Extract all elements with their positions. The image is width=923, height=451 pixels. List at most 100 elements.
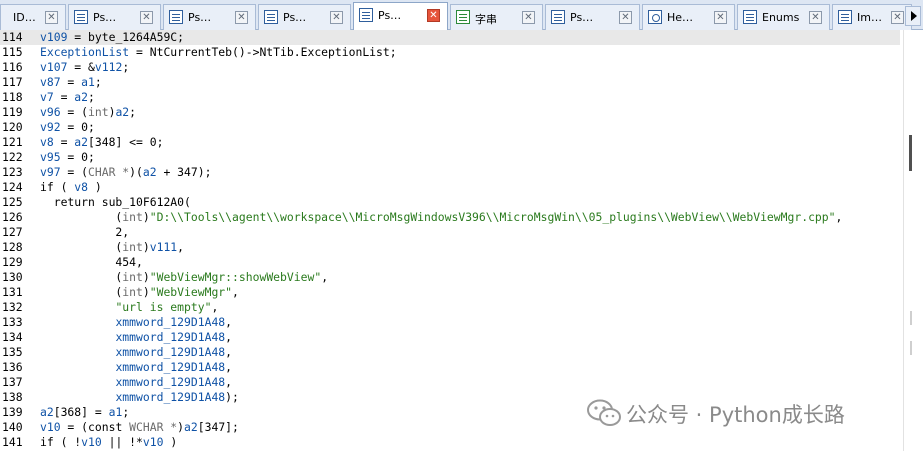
code-text[interactable]: xmmword_129D1A48); bbox=[40, 390, 238, 405]
identifier[interactable]: v109 bbox=[40, 30, 67, 44]
code-line[interactable]: 123 v97 = (CHAR *)(a2 + 347); bbox=[0, 165, 900, 180]
close-icon[interactable]: ✕ bbox=[891, 11, 904, 24]
code-line[interactable]: 135 xmmword_129D1A48, bbox=[0, 345, 900, 360]
code-text[interactable]: xmmword_129D1A48, bbox=[40, 345, 232, 360]
code-text[interactable]: v10 = (const WCHAR *)a2[347]; bbox=[40, 420, 239, 435]
identifier[interactable]: v8 bbox=[74, 180, 88, 194]
identifier[interactable]: v10 bbox=[81, 435, 102, 449]
identifier[interactable]: v10 bbox=[143, 435, 164, 449]
close-icon[interactable]: ✕ bbox=[714, 11, 727, 24]
code-line[interactable]: 130 (int)"WebViewMgr::showWebView", bbox=[0, 270, 900, 285]
code-line[interactable]: 122 v95 = 0; bbox=[0, 150, 900, 165]
identifier[interactable]: v96 bbox=[40, 105, 61, 119]
identifier[interactable]: a2 bbox=[74, 90, 88, 104]
code-text[interactable]: xmmword_129D1A48, bbox=[40, 360, 232, 375]
tab-3[interactable]: Ps… ✕ bbox=[163, 4, 256, 30]
identifier[interactable]: a2 bbox=[143, 165, 157, 179]
identifier[interactable]: a2 bbox=[115, 105, 129, 119]
code-text[interactable]: v87 = a1; bbox=[40, 75, 102, 90]
close-icon[interactable]: ✕ bbox=[235, 11, 248, 24]
code-text[interactable]: v95 = 0; bbox=[40, 150, 95, 165]
identifier[interactable]: v111 bbox=[150, 240, 177, 254]
code-line[interactable]: 116 v107 = &v112; bbox=[0, 60, 900, 75]
scrollbar-thumb[interactable] bbox=[909, 135, 912, 171]
vertical-scrollbar[interactable] bbox=[903, 30, 923, 451]
close-icon[interactable]: ✕ bbox=[140, 11, 153, 24]
tab-9[interactable]: Enums ✕ bbox=[737, 4, 830, 30]
code-text[interactable]: (int)v111, bbox=[40, 240, 184, 255]
code-text[interactable]: "url is empty", bbox=[40, 300, 218, 315]
code-text[interactable]: return sub_10F612A0( bbox=[40, 195, 191, 210]
code-line[interactable]: 141 if ( !v10 || !*v10 ) bbox=[0, 435, 900, 450]
identifier[interactable]: v92 bbox=[40, 120, 61, 134]
pseudocode-view[interactable]: 114 v109 = byte_1264A59C; 115 ExceptionList… bbox=[0, 30, 900, 451]
code-text[interactable]: if ( !v10 || !*v10 ) bbox=[40, 435, 177, 450]
identifier[interactable]: v87 bbox=[40, 75, 61, 89]
code-line[interactable]: 127 2, bbox=[0, 225, 900, 240]
code-text[interactable]: v109 = byte_1264A59C; bbox=[40, 30, 184, 45]
identifier[interactable]: v107 bbox=[40, 60, 67, 74]
code-line[interactable]: 129 454, bbox=[0, 255, 900, 270]
identifier[interactable]: a2 bbox=[184, 420, 198, 434]
close-icon[interactable]: ✕ bbox=[809, 11, 822, 24]
code-text[interactable]: 454, bbox=[40, 255, 142, 270]
close-icon[interactable]: ✕ bbox=[522, 11, 535, 24]
identifier[interactable]: xmmword_129D1A48 bbox=[115, 315, 225, 329]
close-icon[interactable]: ✕ bbox=[330, 11, 343, 24]
identifier[interactable]: v10 bbox=[40, 420, 61, 434]
code-line[interactable]: 120 v92 = 0; bbox=[0, 120, 900, 135]
code-text[interactable]: ExceptionList = NtCurrentTeb()->NtTib.Ex… bbox=[40, 45, 397, 60]
identifier[interactable]: v95 bbox=[40, 150, 61, 164]
code-text[interactable]: (int)"WebViewMgr::showWebView", bbox=[40, 270, 328, 285]
code-text[interactable]: if ( v8 ) bbox=[40, 180, 102, 195]
close-icon[interactable]: ✕ bbox=[427, 9, 440, 22]
code-text[interactable]: v7 = a2; bbox=[40, 90, 95, 105]
identifier[interactable]: v7 bbox=[40, 90, 54, 104]
code-line[interactable]: 115 ExceptionList = NtCurrentTeb()->NtTib… bbox=[0, 45, 900, 60]
code-text[interactable]: xmmword_129D1A48, bbox=[40, 330, 232, 345]
code-text[interactable]: v96 = (int)a2; bbox=[40, 105, 136, 120]
code-line[interactable]: 114 v109 = byte_1264A59C; bbox=[0, 30, 900, 45]
identifier[interactable]: a2 bbox=[40, 405, 54, 419]
tab-8[interactable]: He… ✕ bbox=[642, 4, 735, 30]
code-line[interactable]: 136 xmmword_129D1A48, bbox=[0, 360, 900, 375]
tab-6[interactable]: 字串 ✕ bbox=[450, 4, 543, 30]
code-line[interactable]: 117 v87 = a1; bbox=[0, 75, 900, 90]
tab-scroll-right-icon[interactable] bbox=[905, 6, 921, 26]
code-text[interactable]: v8 = a2[348] <= 0; bbox=[40, 135, 163, 150]
tab-1[interactable]: ID… ✕ bbox=[0, 4, 66, 30]
code-text[interactable]: v107 = &v112; bbox=[40, 60, 129, 75]
tab-7[interactable]: Ps… ✕ bbox=[545, 4, 640, 30]
code-line[interactable]: 132 "url is empty", bbox=[0, 300, 900, 315]
code-text[interactable]: xmmword_129D1A48, bbox=[40, 375, 232, 390]
identifier[interactable]: xmmword_129D1A48 bbox=[115, 345, 225, 359]
identifier[interactable]: ExceptionList bbox=[40, 45, 129, 59]
code-text[interactable]: v92 = 0; bbox=[40, 120, 95, 135]
code-line[interactable]: 118 v7 = a2; bbox=[0, 90, 900, 105]
code-line[interactable]: 126 (int)"D:\\Tools\\agent\\workspace\\M… bbox=[0, 210, 900, 225]
identifier[interactable]: xmmword_129D1A48 bbox=[115, 330, 225, 344]
code-text[interactable]: v97 = (CHAR *)(a2 + 347); bbox=[40, 165, 211, 180]
identifier[interactable]: xmmword_129D1A48 bbox=[115, 390, 225, 404]
identifier[interactable]: v97 bbox=[40, 165, 61, 179]
code-line[interactable]: 125 return sub_10F612A0( bbox=[0, 195, 900, 210]
code-text[interactable]: xmmword_129D1A48, bbox=[40, 315, 232, 330]
close-icon[interactable]: ✕ bbox=[619, 11, 632, 24]
identifier[interactable]: v8 bbox=[40, 135, 54, 149]
identifier[interactable]: a2 bbox=[74, 135, 88, 149]
code-text[interactable]: 2, bbox=[40, 225, 129, 240]
code-line[interactable]: 128 (int)v111, bbox=[0, 240, 900, 255]
identifier[interactable]: xmmword_129D1A48 bbox=[115, 360, 225, 374]
code-line[interactable]: 119 v96 = (int)a2; bbox=[0, 105, 900, 120]
code-line[interactable]: 124 if ( v8 ) bbox=[0, 180, 900, 195]
code-line[interactable]: 137 xmmword_129D1A48, bbox=[0, 375, 900, 390]
tab-2[interactable]: Ps… ✕ bbox=[68, 4, 161, 30]
code-text[interactable]: (int)"D:\\Tools\\agent\\workspace\\Micro… bbox=[40, 210, 842, 225]
tab-4[interactable]: Ps… ✕ bbox=[258, 4, 351, 30]
code-line[interactable]: 134 xmmword_129D1A48, bbox=[0, 330, 900, 345]
code-line[interactable]: 131 (int)"WebViewMgr", bbox=[0, 285, 900, 300]
tab-10[interactable]: Im… ✕ bbox=[832, 4, 912, 30]
code-text[interactable]: (int)"WebViewMgr", bbox=[40, 285, 238, 300]
identifier[interactable]: xmmword_129D1A48 bbox=[115, 375, 225, 389]
code-line[interactable]: 133 xmmword_129D1A48, bbox=[0, 315, 900, 330]
